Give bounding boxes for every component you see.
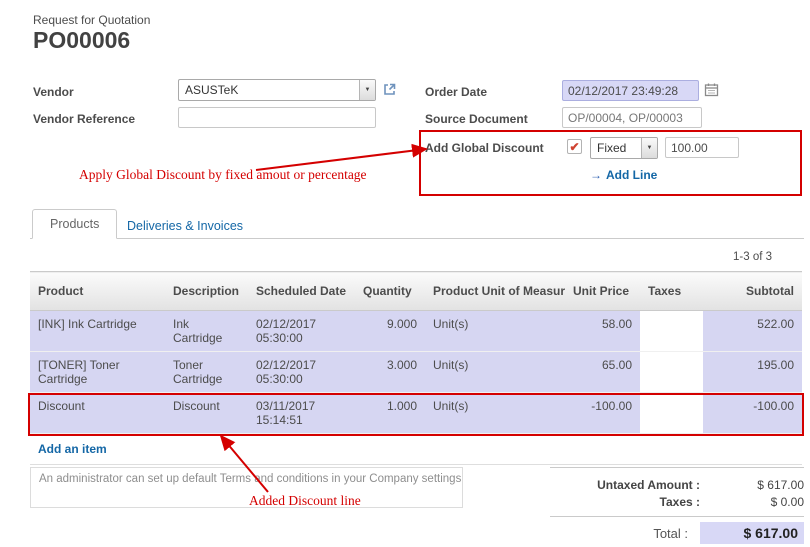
order-lines-table: Product Description Scheduled Date Quant… bbox=[30, 271, 802, 465]
cell-scheduled-date[interactable]: 02/12/2017 05:30:00 bbox=[248, 311, 355, 352]
cell-product[interactable]: Discount bbox=[30, 393, 165, 434]
check-icon: ✔ bbox=[569, 141, 579, 153]
cell-taxes[interactable] bbox=[640, 393, 703, 434]
tab-deliveries-invoices[interactable]: Deliveries & Invoices bbox=[127, 219, 243, 233]
cell-unit-price[interactable]: 58.00 bbox=[565, 311, 640, 352]
discount-type-select[interactable]: Fixed ▼ bbox=[590, 137, 658, 159]
cell-product[interactable]: [INK] Ink Cartridge bbox=[30, 311, 165, 352]
cell-description[interactable]: Discount bbox=[165, 393, 248, 434]
page-title: PO00006 bbox=[33, 27, 130, 54]
col-header-taxes[interactable]: Taxes bbox=[640, 272, 703, 311]
add-item-row: Add an item bbox=[30, 434, 802, 465]
chevron-down-icon: ▼ bbox=[641, 138, 657, 158]
cell-quantity[interactable]: 3.000 bbox=[355, 352, 425, 393]
order-date-input[interactable] bbox=[562, 80, 699, 101]
global-discount-label: Add Global Discount bbox=[425, 141, 544, 155]
external-link-icon[interactable] bbox=[382, 82, 397, 100]
col-header-uom[interactable]: Product Unit of Measure bbox=[425, 272, 565, 311]
table-header-row: Product Description Scheduled Date Quant… bbox=[30, 272, 802, 311]
total-row: Total : $ 617.00 bbox=[550, 522, 804, 544]
cell-uom[interactable]: Unit(s) bbox=[425, 393, 565, 434]
cell-taxes[interactable] bbox=[640, 352, 703, 393]
vendor-reference-input[interactable] bbox=[178, 107, 376, 128]
cell-unit-price[interactable]: -100.00 bbox=[565, 393, 640, 434]
arrow-right-icon: → bbox=[590, 168, 602, 182]
cell-subtotal[interactable]: -100.00 bbox=[703, 393, 802, 434]
table-row-discount[interactable]: Discount Discount 03/11/2017 15:14:51 1.… bbox=[30, 393, 802, 434]
total-value: $ 617.00 bbox=[700, 522, 804, 544]
cell-taxes[interactable] bbox=[640, 311, 703, 352]
notebook-tabbar: Products Deliveries & Invoices bbox=[30, 211, 804, 239]
source-document-label: Source Document bbox=[425, 112, 528, 126]
terms-and-conditions-box[interactable]: An administrator can set up default Term… bbox=[30, 467, 463, 508]
cell-uom[interactable]: Unit(s) bbox=[425, 311, 565, 352]
cell-description[interactable]: Ink Cartridge bbox=[165, 311, 248, 352]
col-header-unit-price[interactable]: Unit Price bbox=[565, 272, 640, 311]
cell-quantity[interactable]: 9.000 bbox=[355, 311, 425, 352]
cell-subtotal[interactable]: 195.00 bbox=[703, 352, 802, 393]
table-row[interactable]: [INK] Ink Cartridge Ink Cartridge 02/12/… bbox=[30, 311, 802, 352]
add-line-label: Add Line bbox=[606, 168, 657, 182]
cell-subtotal[interactable]: 522.00 bbox=[703, 311, 802, 352]
untaxed-amount-label: Untaxed Amount : bbox=[597, 478, 712, 492]
taxes-row: Taxes : $ 0.00 bbox=[550, 495, 804, 509]
list-pager[interactable]: 1-3 of 3 bbox=[733, 251, 772, 263]
cell-uom[interactable]: Unit(s) bbox=[425, 352, 565, 393]
cell-quantity[interactable]: 1.000 bbox=[355, 393, 425, 434]
cell-unit-price[interactable]: 65.00 bbox=[565, 352, 640, 393]
totals-separator bbox=[550, 516, 804, 517]
add-line-link[interactable]: → Add Line bbox=[590, 168, 657, 182]
cell-description[interactable]: Toner Cartridge bbox=[165, 352, 248, 393]
vendor-select[interactable]: ASUSTeK ▼ bbox=[178, 79, 376, 101]
taxes-label: Taxes : bbox=[660, 495, 712, 509]
annotation-global-discount-note: Apply Global Discount by fixed amout or … bbox=[79, 167, 367, 183]
col-header-quantity[interactable]: Quantity bbox=[355, 272, 425, 311]
chevron-down-icon: ▼ bbox=[359, 80, 375, 100]
untaxed-amount-row: Untaxed Amount : $ 617.00 bbox=[550, 478, 804, 492]
order-date-label: Order Date bbox=[425, 85, 487, 99]
col-header-scheduled-date[interactable]: Scheduled Date bbox=[248, 272, 355, 311]
untaxed-amount-value: $ 617.00 bbox=[712, 478, 804, 492]
add-an-item-link[interactable]: Add an item bbox=[38, 442, 107, 456]
cell-scheduled-date[interactable]: 02/12/2017 05:30:00 bbox=[248, 352, 355, 393]
col-header-description[interactable]: Description bbox=[165, 272, 248, 311]
total-label: Total : bbox=[653, 526, 700, 541]
taxes-value: $ 0.00 bbox=[712, 495, 804, 509]
col-header-product[interactable]: Product bbox=[30, 272, 165, 311]
table-row[interactable]: [TONER] Toner Cartridge Toner Cartridge … bbox=[30, 352, 802, 393]
discount-type-value: Fixed bbox=[591, 138, 641, 158]
cell-scheduled-date[interactable]: 03/11/2017 15:14:51 bbox=[248, 393, 355, 434]
totals-panel: Untaxed Amount : $ 617.00 Taxes : $ 0.00… bbox=[550, 467, 804, 547]
annotation-discount-line-note: Added Discount line bbox=[249, 493, 361, 509]
tab-products[interactable]: Products bbox=[32, 209, 117, 239]
col-header-subtotal[interactable]: Subtotal bbox=[703, 272, 802, 311]
source-document-input[interactable] bbox=[562, 107, 702, 128]
global-discount-checkbox[interactable]: ✔ bbox=[567, 139, 582, 154]
discount-amount-input[interactable] bbox=[665, 137, 739, 158]
vendor-reference-label: Vendor Reference bbox=[33, 112, 135, 126]
calendar-icon[interactable] bbox=[704, 82, 719, 100]
vendor-label: Vendor bbox=[33, 85, 74, 99]
cell-product[interactable]: [TONER] Toner Cartridge bbox=[30, 352, 165, 393]
vendor-select-value: ASUSTeK bbox=[179, 80, 359, 100]
doc-type-label: Request for Quotation bbox=[33, 13, 150, 27]
